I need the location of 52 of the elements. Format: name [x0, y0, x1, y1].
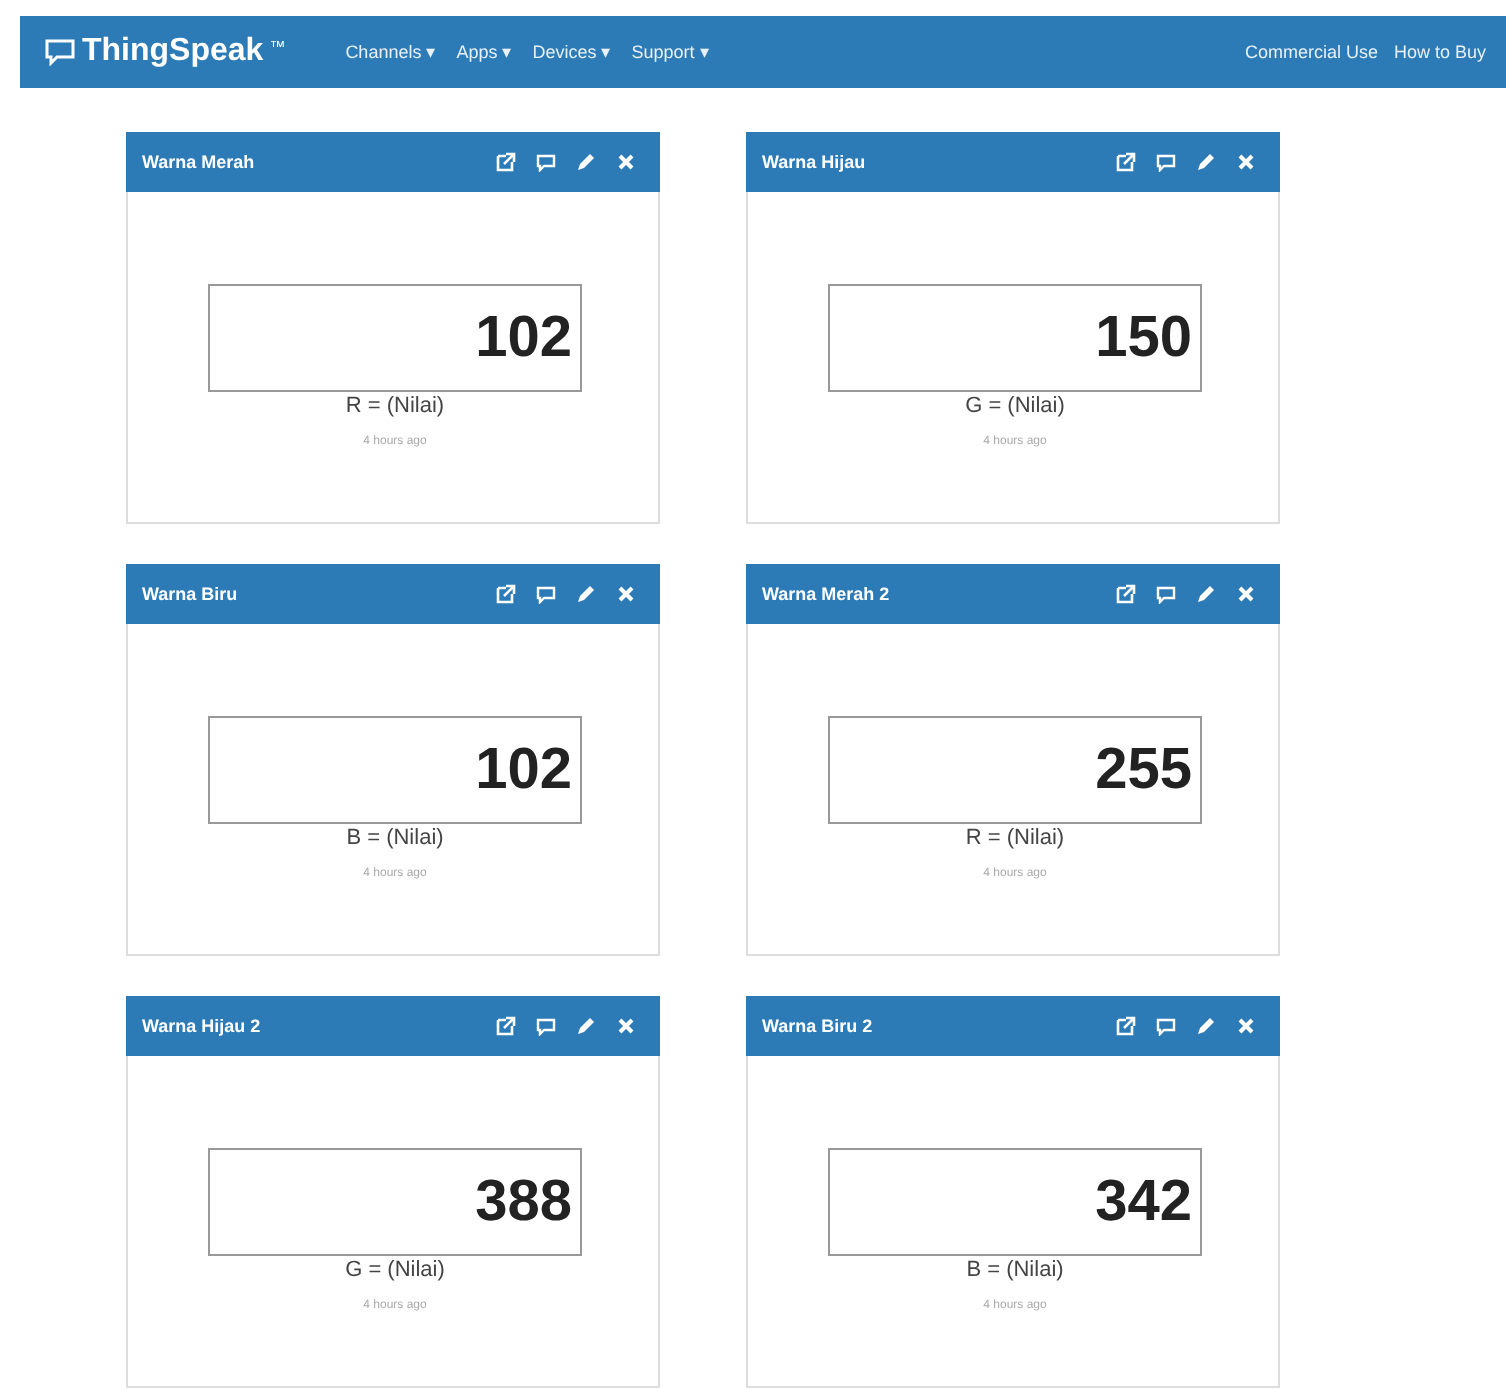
external-link-icon[interactable]	[496, 1016, 516, 1036]
display-label: B = (Nilai)	[344, 826, 446, 850]
display-label: G = (Nilai)	[343, 1258, 447, 1282]
display-label: G = (Nilai)	[963, 394, 1067, 418]
external-link-icon[interactable]	[1116, 584, 1136, 604]
widget-title: Warna Biru	[142, 584, 238, 604]
widget-title: Warna Merah 2	[762, 584, 890, 604]
numeric-display: 388	[208, 1148, 582, 1256]
chat-bubble-icon	[44, 38, 76, 66]
comment-icon[interactable]	[536, 584, 556, 604]
display-label: B = (Nilai)	[964, 1258, 1066, 1282]
numeric-display: 150	[828, 284, 1202, 392]
pencil-icon[interactable]	[1196, 1016, 1216, 1036]
external-link-icon[interactable]	[496, 584, 516, 604]
numeric-display: 342	[828, 1148, 1202, 1256]
display-label: R = (Nilai)	[343, 394, 447, 418]
pencil-icon[interactable]	[576, 152, 596, 172]
pencil-icon[interactable]	[576, 584, 596, 604]
pencil-icon[interactable]	[576, 1016, 596, 1036]
close-icon[interactable]	[616, 1016, 636, 1036]
close-icon[interactable]	[616, 152, 636, 172]
widget-title: Warna Merah	[142, 152, 255, 172]
display-label: R = (Nilai)	[963, 826, 1067, 850]
numeric-display: 102	[208, 716, 582, 824]
numeric-display: 102	[208, 284, 582, 392]
external-link-icon[interactable]	[1116, 152, 1136, 172]
comment-icon[interactable]	[536, 1016, 556, 1036]
pencil-icon[interactable]	[1196, 584, 1216, 604]
comment-icon[interactable]	[1156, 1016, 1176, 1036]
nav-link[interactable]: Commercial Use	[1244, 42, 1378, 62]
pencil-icon[interactable]	[1196, 152, 1216, 172]
close-icon[interactable]	[1236, 1016, 1256, 1036]
comment-icon[interactable]	[536, 152, 556, 172]
external-link-icon[interactable]	[496, 152, 516, 172]
external-link-icon[interactable]	[1116, 1016, 1136, 1036]
comment-icon[interactable]	[1156, 152, 1176, 172]
trademark-mark: ™	[269, 38, 286, 56]
nav-menu[interactable]: Apps ▾	[456, 42, 513, 62]
nav-link[interactable]: How to Buy	[1393, 42, 1486, 62]
numeric-display: 255	[828, 716, 1202, 824]
nav-menu[interactable]: Support ▾	[631, 42, 710, 62]
brand-name: ThingSpeak	[82, 34, 264, 70]
widget-title: Warna Biru 2	[762, 1016, 873, 1036]
close-icon[interactable]	[1236, 584, 1256, 604]
widget-title: Warna Hijau	[762, 152, 866, 172]
brand-logo[interactable]: ThingSpeak ™	[44, 34, 286, 70]
nav-menu[interactable]: Channels ▾	[345, 42, 437, 62]
close-icon[interactable]	[1236, 152, 1256, 172]
comment-icon[interactable]	[1156, 584, 1176, 604]
close-icon[interactable]	[616, 584, 636, 604]
nav-menu[interactable]: Devices ▾	[532, 42, 612, 62]
widget-title: Warna Hijau 2	[142, 1016, 261, 1036]
